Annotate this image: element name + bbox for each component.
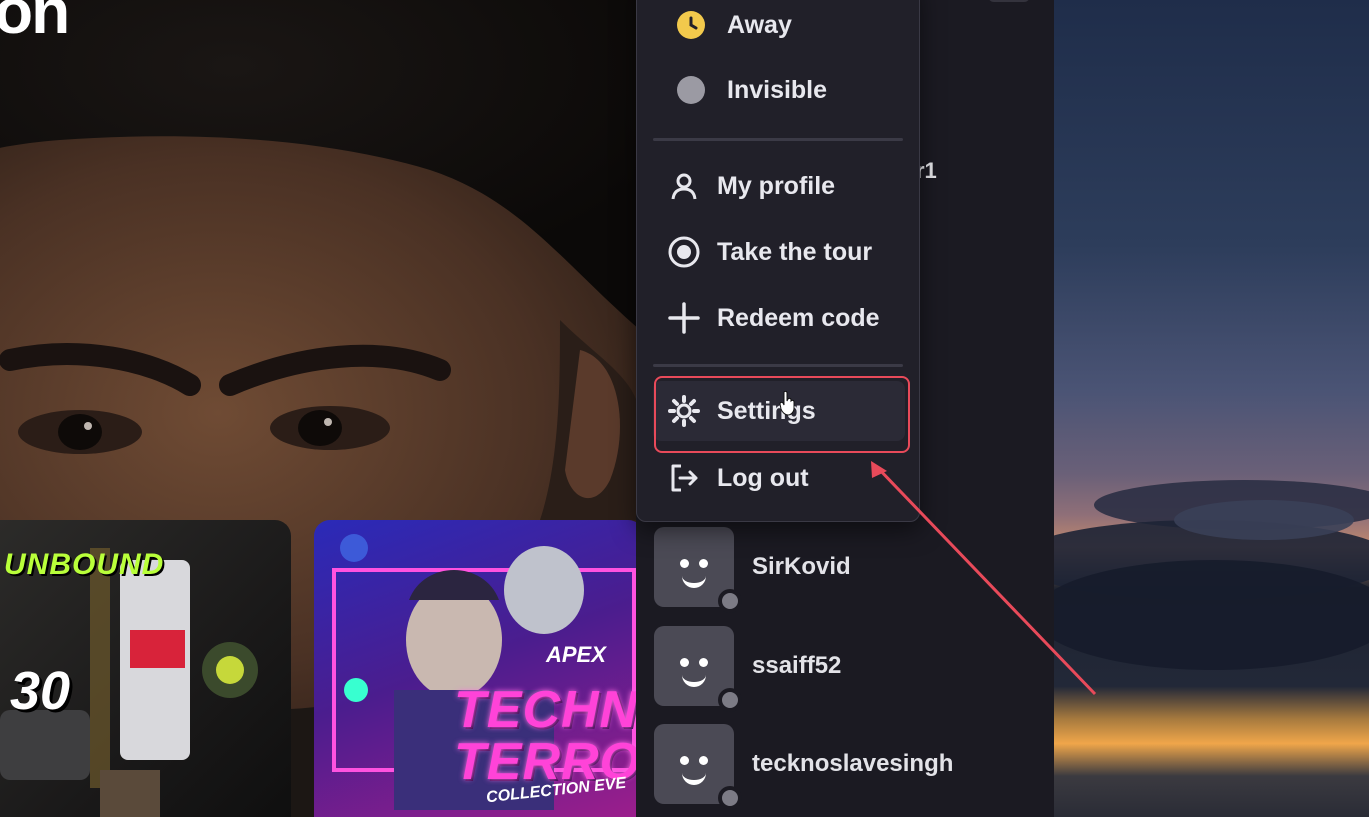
plus-icon xyxy=(667,301,701,335)
my-profile-label: My profile xyxy=(717,171,836,200)
nfs-number: 30 xyxy=(10,661,71,721)
menu-divider xyxy=(653,364,903,367)
friend-avatar xyxy=(654,724,742,810)
game-card-apex-technoterror[interactable]: APEX TECHN TERRO COLLECTION EVE xyxy=(314,520,636,817)
friend-list-item[interactable]: SirKovid xyxy=(654,527,1044,613)
take-tour-item[interactable]: Take the tour xyxy=(653,222,905,282)
logout-label: Log out xyxy=(717,463,809,492)
logout-item[interactable]: Log out xyxy=(653,448,905,508)
person-icon xyxy=(667,169,701,203)
app-logo-fragment: on xyxy=(0,0,70,47)
take-tour-label: Take the tour xyxy=(717,237,873,266)
menu-divider xyxy=(653,138,903,141)
friend-avatar xyxy=(654,527,742,613)
clock-icon xyxy=(677,11,705,39)
mouse-pointer-icon xyxy=(779,390,795,416)
redeem-code-item[interactable]: Redeem code xyxy=(653,288,905,348)
my-profile-item[interactable]: My profile xyxy=(653,156,905,216)
hero-banner: on UNBOUND 30 APEX TECHN TERRO COLLECTIO… xyxy=(0,0,636,817)
game-card-nfs-unbound[interactable]: UNBOUND 30 xyxy=(0,520,291,817)
nfs-title: UNBOUND xyxy=(4,548,165,581)
friend-list-item[interactable]: ssaiff52 xyxy=(654,626,1044,712)
panel-top-button[interactable] xyxy=(988,0,1030,2)
redeem-code-label: Redeem code xyxy=(717,303,880,332)
target-icon xyxy=(667,235,701,269)
presence-offline-icon xyxy=(718,786,742,810)
friend-avatar xyxy=(654,626,742,712)
background-sky-image xyxy=(1054,0,1369,817)
presence-offline-icon xyxy=(718,589,742,613)
status-invisible-item[interactable]: Invisible xyxy=(653,60,905,120)
friend-list-item[interactable]: tecknoslavesingh xyxy=(654,724,1044,810)
status-away-item[interactable]: Away xyxy=(653,0,905,55)
friend-name: SirKovid xyxy=(752,553,851,580)
presence-offline-icon xyxy=(718,688,742,712)
status-invisible-label: Invisible xyxy=(727,75,828,104)
status-away-label: Away xyxy=(727,10,792,39)
friend-name: ssaiff52 xyxy=(752,652,842,679)
invisible-dot-icon xyxy=(677,76,705,104)
friend-name: tecknoslavesingh xyxy=(752,750,954,777)
apex-title-line1: TECHN xyxy=(454,681,636,739)
apex-brand: APEX xyxy=(546,642,606,667)
logout-icon xyxy=(667,461,701,495)
